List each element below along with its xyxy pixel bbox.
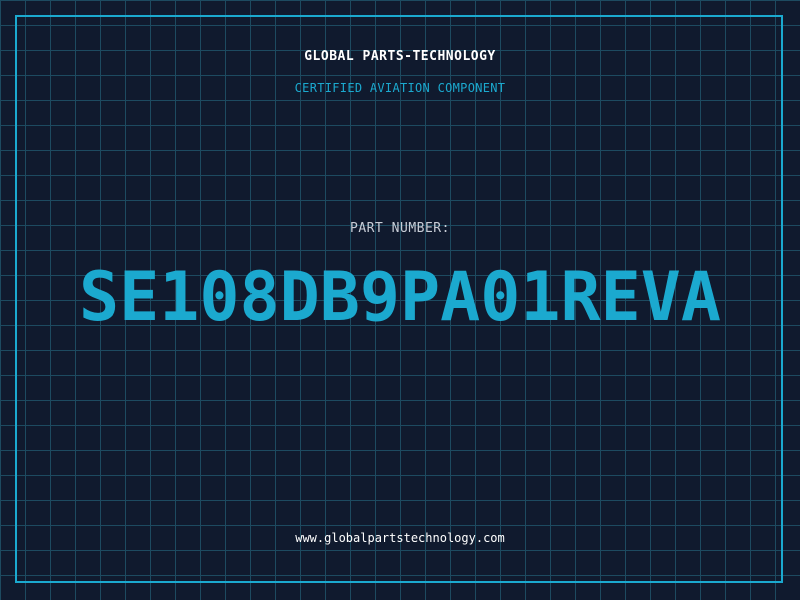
certification-subtitle: CERTIFIED AVIATION COMPONENT xyxy=(294,81,506,95)
part-number-label: PART NUMBER: xyxy=(350,221,450,236)
company-name: GLOBAL PARTS-TECHNOLOGY xyxy=(304,49,496,64)
website-link[interactable]: www.globalpartstechnology.com xyxy=(0,531,800,545)
part-label-card: GLOBAL PARTS-TECHNOLOGY CERTIFIED AVIATI… xyxy=(0,0,800,600)
part-number-value: SE108DB9PA01REVA xyxy=(79,258,721,337)
